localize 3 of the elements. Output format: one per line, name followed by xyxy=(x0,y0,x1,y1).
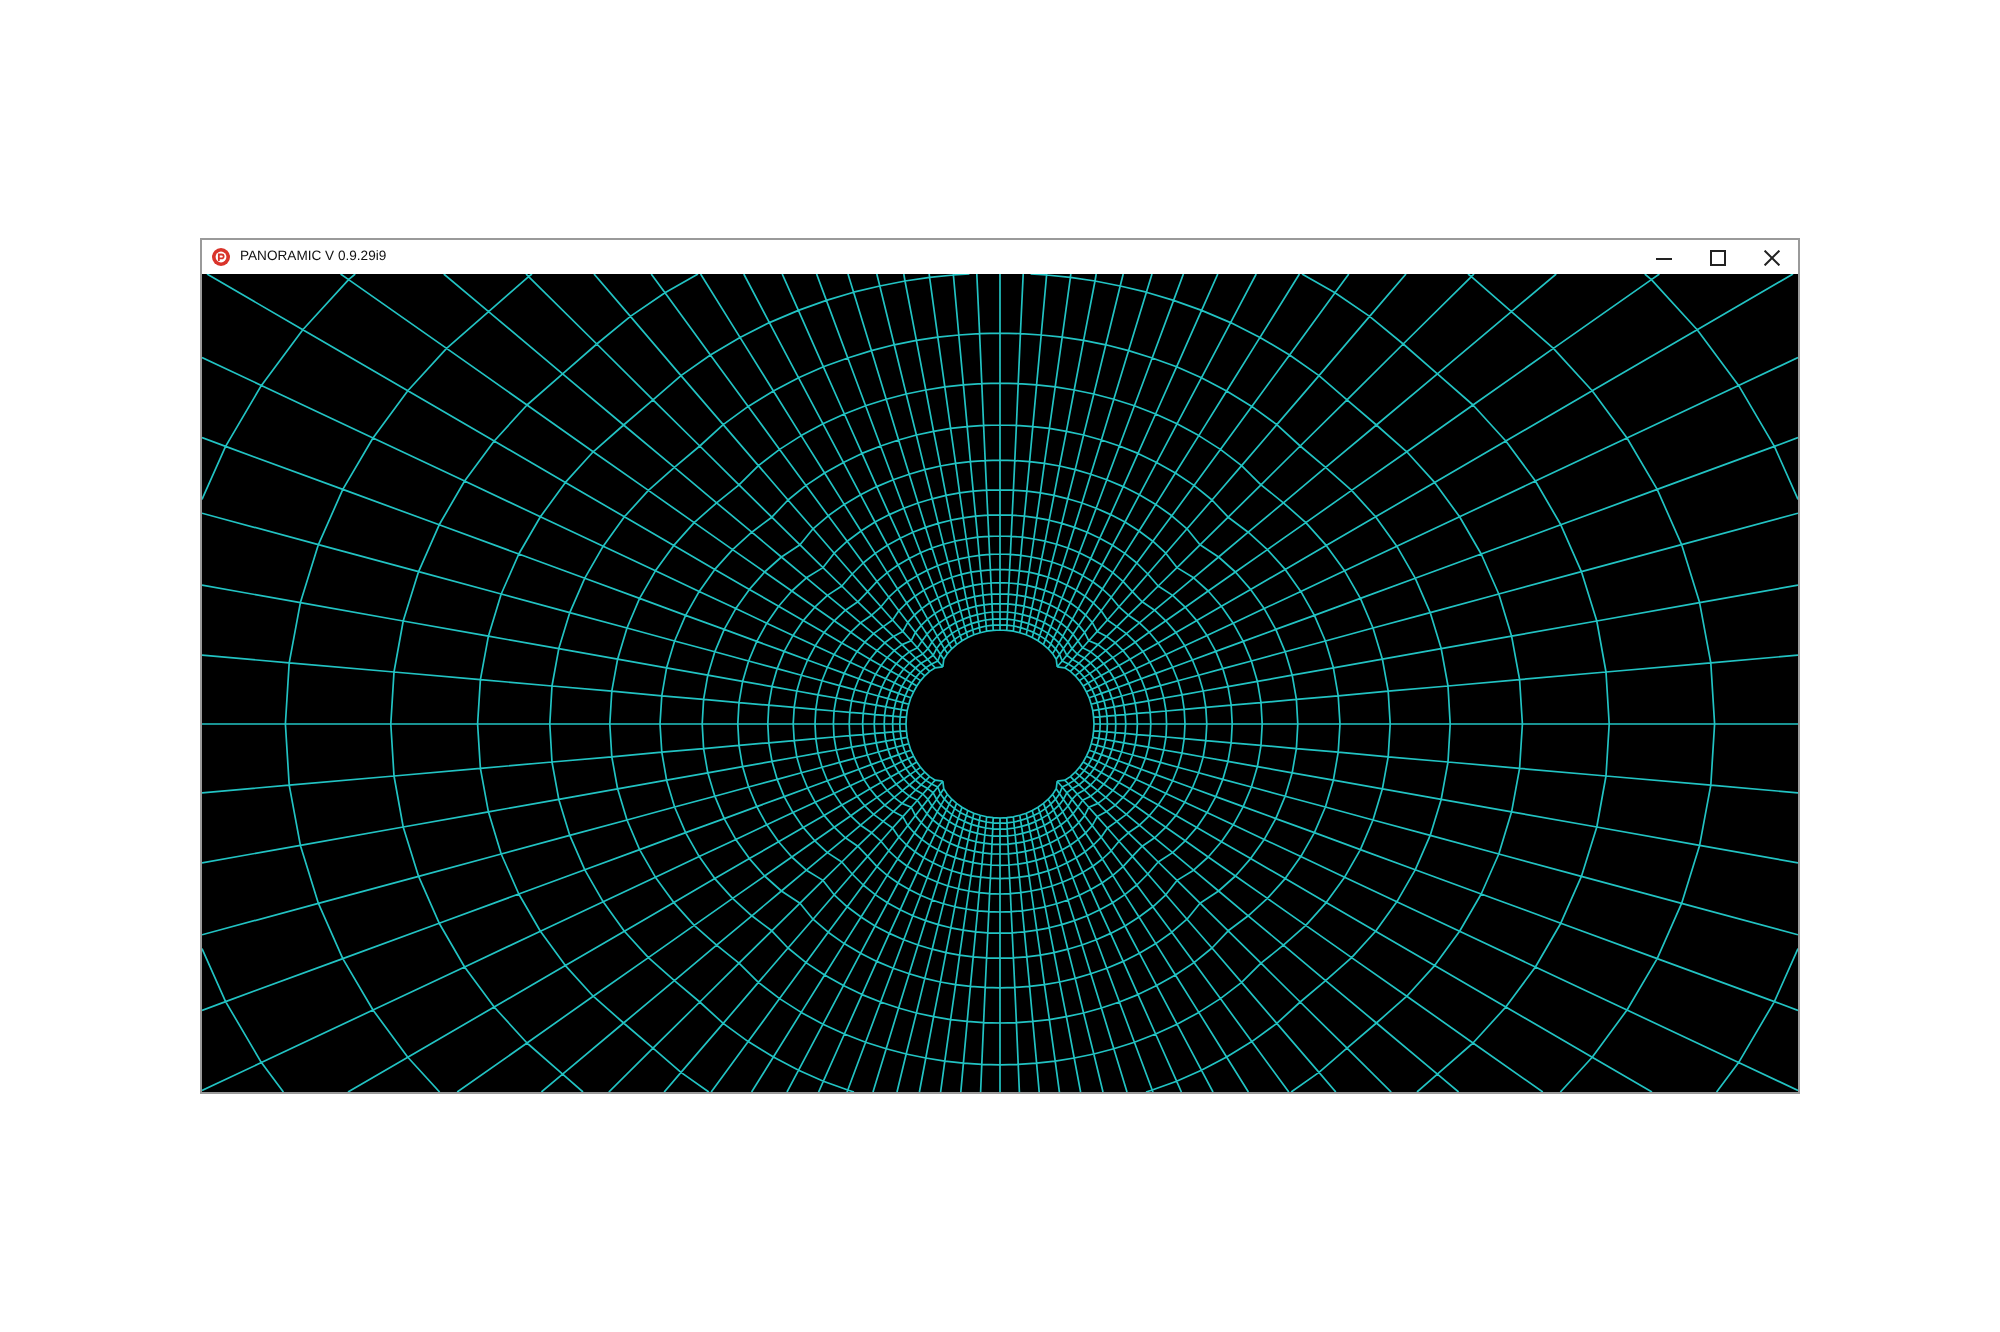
close-icon xyxy=(1763,249,1779,265)
maximize-icon xyxy=(1709,249,1725,265)
app-icon xyxy=(212,248,230,266)
